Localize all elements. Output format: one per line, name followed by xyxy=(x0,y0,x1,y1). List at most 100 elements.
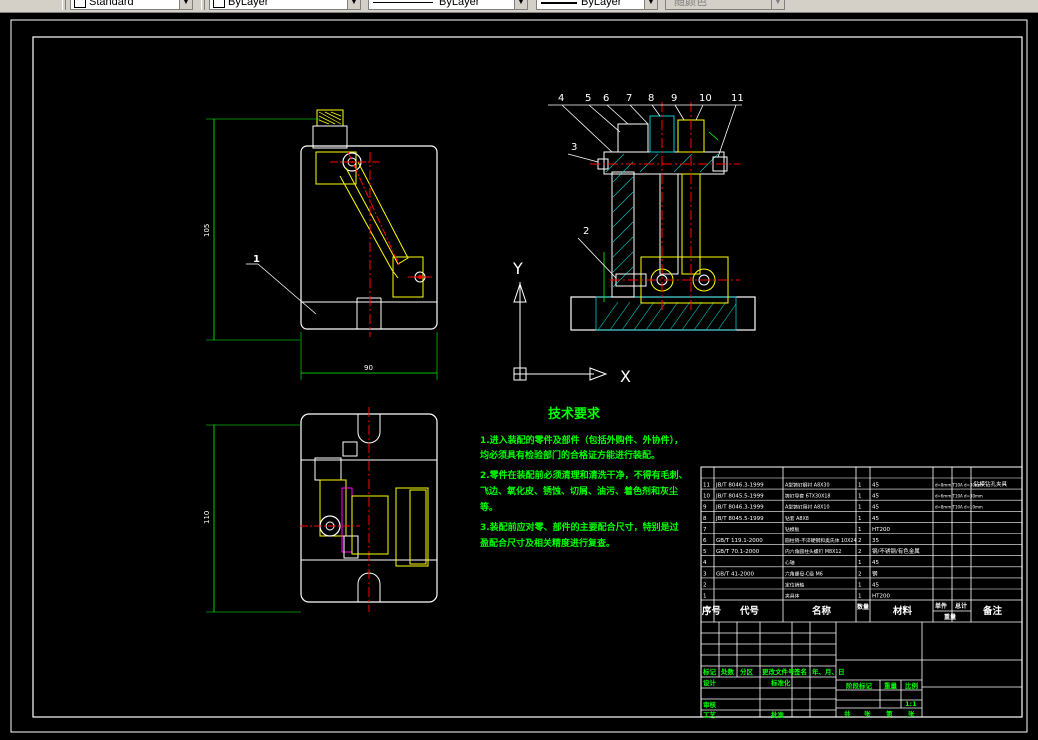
bom-no: 8 xyxy=(703,516,707,522)
bom-header-no: 序号 xyxy=(702,605,722,617)
layer-control-combo[interactable]: ByLayer ▼ xyxy=(209,0,361,10)
bom-remark: d=8mm,T10A d=10mm xyxy=(935,505,983,510)
text-style-value: Standard xyxy=(89,0,134,8)
bom-material: 45 xyxy=(872,560,879,566)
tb-change-doc: 更改文件号 xyxy=(762,667,795,676)
bom-remark: d=6mm,T10A d=30mm xyxy=(935,494,983,499)
color-swatch-icon xyxy=(213,0,225,8)
bom-qty: 1 xyxy=(858,516,862,522)
chevron-down-icon[interactable]: ▼ xyxy=(347,0,360,9)
side-view-balloons: 4 5 6 7 8 9 10 11 3 2 xyxy=(558,93,744,237)
part-balloon-5: 5 xyxy=(585,93,591,104)
bom-header-remark: 备注 xyxy=(982,605,1003,617)
bom-name: A型铸钉钢衬 A8X30 xyxy=(785,482,830,489)
tb-sheet-no: 第 xyxy=(886,709,893,718)
tech-line: 1.进入装配的零件及部件（包括外购件、外协件）， xyxy=(480,434,683,446)
bom-name: A型铸钉用衬 A8X10 xyxy=(785,504,830,511)
guide-block xyxy=(351,495,389,555)
chevron-down-icon[interactable]: ▼ xyxy=(644,0,657,9)
bom-code: JB/T 8046.3-1999 xyxy=(715,505,764,511)
screw-head xyxy=(314,457,342,481)
bom-no: 9 xyxy=(703,505,707,511)
bom-material: 35 xyxy=(872,538,879,544)
plotstyle-control-value: 随颜色 xyxy=(674,0,707,8)
bom-name: 心轴 xyxy=(785,559,795,566)
ucs-y-label: Y xyxy=(512,259,523,278)
tb-approve: 批准 xyxy=(771,710,785,719)
section-hatch xyxy=(612,161,634,288)
bom-name: 铸钉导套 6TX30X18 xyxy=(785,493,830,500)
tb-date: 年、月、日 xyxy=(812,667,845,676)
part-balloon-11: 11 xyxy=(731,93,744,104)
bom-qty: 2 xyxy=(858,549,862,555)
linetype-control-combo[interactable]: ByLayer ▼ xyxy=(368,0,528,10)
ucs-x-label: X xyxy=(620,367,631,386)
tb-design: 设计 xyxy=(703,678,717,687)
bom-qty: 1 xyxy=(858,560,862,566)
tech-line: 等。 xyxy=(479,501,498,513)
tb-sheet-label: 张 xyxy=(864,709,871,718)
bom-name: 钻套 A8X8 xyxy=(785,515,809,522)
bom-material: 钢 xyxy=(872,569,878,577)
lineweight-control-combo[interactable]: ByLayer ▼ xyxy=(536,0,658,10)
bom-header-weight: 重量 xyxy=(944,613,956,621)
bom-name: 钻模板 xyxy=(785,526,800,533)
part-balloon-8: 8 xyxy=(648,93,654,104)
toolbar-grip[interactable] xyxy=(201,0,205,10)
screw-block xyxy=(617,123,649,153)
tb-sheet-label2: 张 xyxy=(908,709,915,718)
tb-process: 工艺 xyxy=(703,710,717,719)
nut xyxy=(342,441,358,457)
bom-material: 45 xyxy=(872,483,879,489)
tech-line: 飞边、氧化皮、锈蚀、切屑、油污、着色剂和灰尘 xyxy=(480,485,678,497)
bom-header-code: 代号 xyxy=(739,605,760,617)
bom-material: 45 xyxy=(872,505,879,511)
linetype-preview xyxy=(373,2,433,3)
bom-code: GB/T 41-2000 xyxy=(716,571,754,577)
bom-name: 圆柱销-不淬硬钢和奥氏体 10X24 xyxy=(785,537,857,544)
column xyxy=(611,171,635,298)
tech-line: 2.零件在装配前必须清理和清洗干净，不得有毛刺、 xyxy=(480,469,688,481)
leader-line xyxy=(257,263,317,315)
tb-review: 审核 xyxy=(703,700,717,709)
nut-top xyxy=(343,535,359,559)
section-hatch xyxy=(597,301,737,331)
lineweight-control-value: ByLayer xyxy=(581,0,622,8)
tb-sign: 签名 xyxy=(793,667,807,676)
bill-of-materials: 1 1 JB/T 8046.3-1999 A型铸钉钢衬 A8X30 1 45 d=8mm,T… xyxy=(700,466,1023,718)
tech-line: 3.装配前应对零、部件的主要配合尺寸，特别是过 xyxy=(480,521,679,533)
text-style-combo[interactable]: Standard ▼ xyxy=(70,0,193,10)
bom-no: 1 xyxy=(703,594,707,600)
bom-name: 定位销轴 xyxy=(785,581,804,588)
bom-name: 六角螺母-C级 M6 xyxy=(785,570,823,577)
tb-standardize: 标准化 xyxy=(770,678,791,687)
knob-shaft xyxy=(312,125,348,149)
bom-code: JB/T 8045.5-1999 xyxy=(715,516,764,522)
bom-name: 内六角圆柱头螺钉 M8X12 xyxy=(785,548,841,555)
bom-material: 钢/不锈钢/有色金属 xyxy=(872,547,920,555)
tb-zone: 分区 xyxy=(740,667,754,676)
bom-material: HT200 xyxy=(872,594,890,600)
bom-qty: 1 xyxy=(858,527,862,533)
bom-code: GB/T 70.1-2000 xyxy=(716,549,760,555)
top-view: 110 xyxy=(203,407,438,613)
chevron-down-icon[interactable]: ▼ xyxy=(514,0,527,9)
sheet-outer-border xyxy=(10,19,1028,733)
front-view: 1 105 90 xyxy=(203,109,438,380)
bom-name: 夹具体 xyxy=(785,593,800,600)
bom-material: 45 xyxy=(872,582,879,588)
part-balloon-2: 2 xyxy=(583,226,589,237)
lever-arm xyxy=(345,161,409,265)
bom-code: JB/T 8045.5-1999 xyxy=(715,494,764,500)
tech-requirements-title: 技术要求 xyxy=(548,406,601,422)
bom-code: GB/T 119.1-2000 xyxy=(716,538,763,544)
dimension-text: 90 xyxy=(364,364,373,372)
bom-no: 2 xyxy=(703,582,707,588)
drawing-canvas[interactable]: 1 105 90 110 4 5 6 7 8 9 10 11 3 2 Y X 技… xyxy=(0,12,1038,740)
toolbar-grip[interactable] xyxy=(62,0,66,10)
knurl-pattern xyxy=(318,111,342,125)
bom-no: 5 xyxy=(703,549,707,555)
chevron-down-icon[interactable]: ▼ xyxy=(179,0,192,9)
tb-stage-mark: 阶段标记 xyxy=(846,681,873,690)
part-balloon-6: 6 xyxy=(603,93,609,104)
